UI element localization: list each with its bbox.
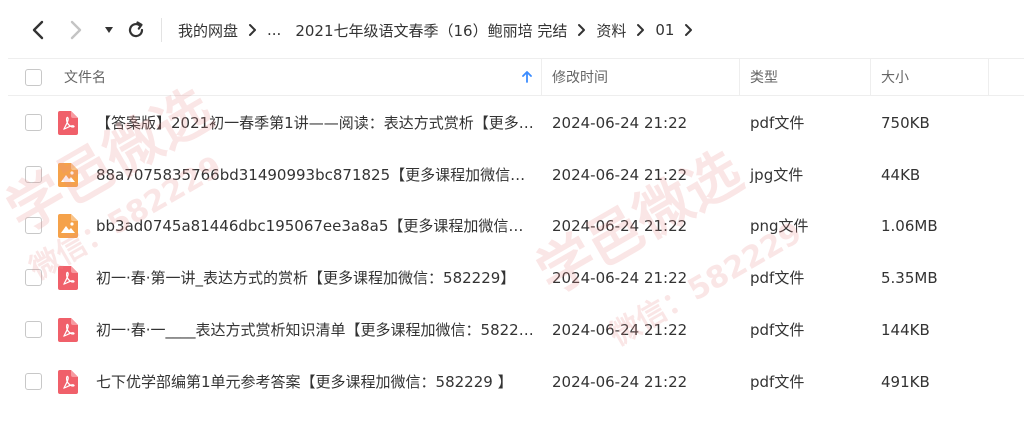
column-header-size[interactable]: 大小: [881, 59, 909, 95]
sort-ascending-button[interactable]: [522, 59, 532, 95]
file-row[interactable]: bb3ad0745a81446dbc195067ee3a8a5【更多课程加微信：…: [8, 201, 1024, 251]
file-size: 44KB: [881, 166, 921, 184]
navigation-bar: 我的网盘 ... 2021七年级语文春季（16）鲍丽培 完结 资料 01: [0, 0, 1024, 60]
file-type: pdf文件: [750, 373, 805, 391]
file-name[interactable]: 初一·春·第一讲_表达方式的赏析【更多课程加微信：582229】: [96, 253, 536, 303]
nav-divider: [161, 18, 162, 42]
chevron-right-icon: [577, 23, 586, 37]
forward-button[interactable]: [66, 16, 86, 44]
file-size: 750KB: [881, 114, 930, 132]
back-button[interactable]: [28, 16, 48, 44]
refresh-icon: [128, 21, 144, 38]
file-name[interactable]: bb3ad0745a81446dbc195067ee3a8a5【更多课程加微信：…: [96, 201, 536, 251]
history-dropdown-button[interactable]: [101, 16, 117, 44]
chevron-left-icon: [32, 20, 44, 40]
row-checkbox[interactable]: [25, 166, 42, 183]
file-modified-time: 2024-06-24 21:22: [552, 114, 688, 132]
column-divider[interactable]: [870, 59, 871, 95]
pdf-file-icon: [58, 370, 78, 394]
file-size: 1.06MB: [881, 217, 938, 235]
breadcrumb-item-materials[interactable]: 资料: [596, 20, 626, 41]
row-checkbox[interactable]: [25, 269, 42, 286]
row-checkbox[interactable]: [25, 321, 42, 338]
column-header-modified[interactable]: 修改时间: [552, 59, 608, 95]
chevron-right-icon: [248, 23, 257, 37]
file-table-header: 文件名 修改时间 类型 大小: [8, 58, 1024, 96]
sort-up-arrow-icon: [522, 71, 532, 83]
column-header-type[interactable]: 类型: [750, 59, 778, 95]
refresh-button[interactable]: [124, 16, 148, 44]
pdf-file-icon: [58, 318, 78, 342]
file-modified-time: 2024-06-24 21:22: [552, 217, 688, 235]
file-type: jpg文件: [750, 166, 804, 184]
column-divider[interactable]: [739, 59, 740, 95]
file-name[interactable]: 【答案版】2021初一春季第1讲——阅读：表达方式赏析【更多课程加微信：5822…: [96, 98, 536, 148]
chevron-right-icon: [70, 20, 82, 40]
file-modified-time: 2024-06-24 21:22: [552, 269, 688, 287]
column-divider[interactable]: [541, 59, 542, 95]
row-checkbox[interactable]: [25, 217, 42, 234]
file-row[interactable]: 初一·春·一____表达方式赏析知识清单【更多课程加微信：582229】 202…: [8, 305, 1024, 355]
file-type: pdf文件: [750, 114, 805, 132]
file-row[interactable]: 【答案版】2021初一春季第1讲——阅读：表达方式赏析【更多课程加微信：5822…: [8, 98, 1024, 148]
select-all-checkbox[interactable]: [25, 68, 42, 86]
file-type: pdf文件: [750, 269, 805, 287]
row-checkbox[interactable]: [25, 114, 42, 131]
caret-down-icon: [105, 27, 113, 33]
breadcrumb-item-root[interactable]: 我的网盘: [178, 20, 238, 41]
row-checkbox[interactable]: [25, 373, 42, 390]
chevron-right-icon: [636, 23, 645, 37]
file-size: 5.35MB: [881, 269, 938, 287]
file-modified-time: 2024-06-24 21:22: [552, 373, 688, 391]
breadcrumb-item-course[interactable]: 2021七年级语文春季（16）鲍丽培 完结: [295, 20, 567, 41]
file-type: png文件: [750, 217, 809, 235]
pdf-file-icon: [58, 266, 78, 290]
column-divider[interactable]: [988, 59, 989, 95]
column-header-name[interactable]: 文件名: [64, 59, 106, 95]
image-file-icon: [58, 214, 78, 238]
file-size: 491KB: [881, 373, 930, 391]
file-name[interactable]: 初一·春·一____表达方式赏析知识清单【更多课程加微信：582229】: [96, 305, 536, 355]
file-row[interactable]: 七下优学部编第1单元参考答案【更多课程加微信：582229 】 2024-06-…: [8, 357, 1024, 407]
file-modified-time: 2024-06-24 21:22: [552, 321, 688, 339]
breadcrumb: 我的网盘 ... 2021七年级语文春季（16）鲍丽培 完结 资料 01: [178, 18, 703, 42]
pdf-file-icon: [58, 111, 78, 135]
image-file-icon: [58, 163, 78, 187]
select-all-checkbox-cell[interactable]: [25, 59, 42, 95]
file-name[interactable]: 88a7075835766bd31490993bc871825【更多课程加微信：…: [96, 150, 536, 200]
breadcrumb-item-current[interactable]: 01: [655, 21, 674, 39]
file-name[interactable]: 七下优学部编第1单元参考答案【更多课程加微信：582229 】: [96, 357, 536, 407]
chevron-right-icon: [684, 23, 693, 37]
breadcrumb-item-ellipsis[interactable]: ...: [267, 21, 281, 39]
file-type: pdf文件: [750, 321, 805, 339]
file-row[interactable]: 88a7075835766bd31490993bc871825【更多课程加微信：…: [8, 150, 1024, 200]
file-modified-time: 2024-06-24 21:22: [552, 166, 688, 184]
file-row[interactable]: 初一·春·第一讲_表达方式的赏析【更多课程加微信：582229】 2024-06…: [8, 253, 1024, 303]
file-size: 144KB: [881, 321, 930, 339]
